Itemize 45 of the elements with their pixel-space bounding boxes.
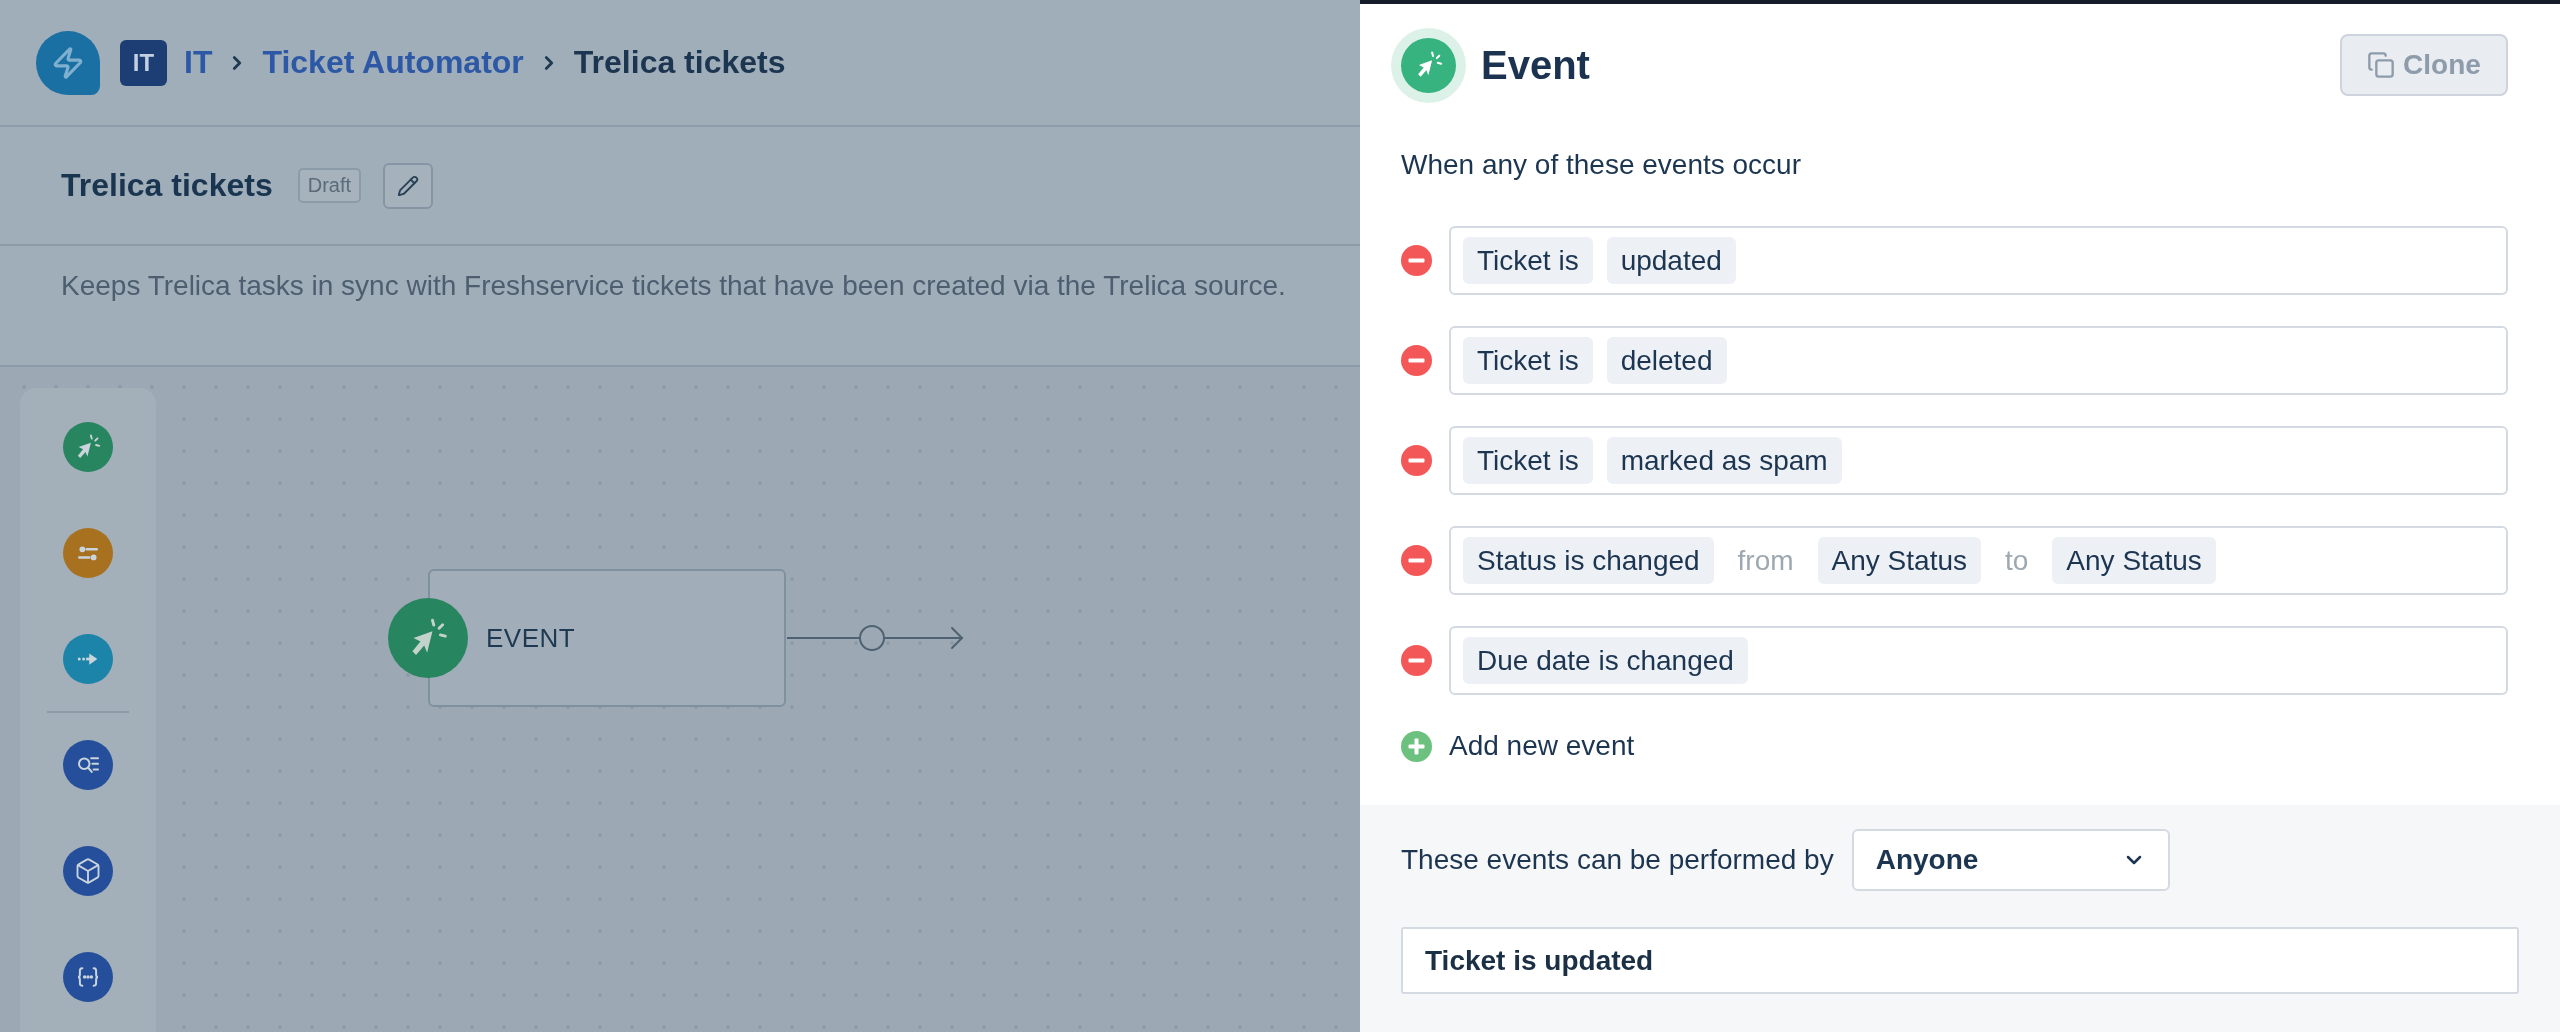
pencil-icon — [397, 174, 420, 197]
remove-icon[interactable] — [1401, 345, 1432, 376]
add-event-button[interactable]: Add new event — [1401, 729, 1635, 763]
event-chip[interactable]: Status is changed — [1463, 537, 1714, 584]
event-condition-field[interactable]: Ticket is deleted — [1449, 326, 2508, 395]
panel-title: Event — [1481, 42, 1590, 88]
event-chip[interactable]: Ticket is — [1463, 237, 1593, 284]
event-condition-field[interactable]: Ticket is updated — [1449, 226, 2508, 295]
breadcrumb-current: Trelica tickets — [573, 44, 786, 81]
cursor-click-icon[interactable] — [63, 422, 113, 472]
event-chip[interactable]: Any Status — [2052, 537, 2216, 584]
sliders-icon[interactable] — [63, 528, 113, 578]
event-condition-field[interactable]: Ticket is marked as spam — [1449, 426, 2508, 495]
event-condition-field[interactable]: Status is changed from Any Status to Any Status — [1449, 526, 2508, 595]
event-node[interactable]: EVENT — [428, 569, 786, 707]
summary-field[interactable]: Ticket is updated — [1401, 927, 2519, 994]
remove-icon[interactable] — [1401, 645, 1432, 676]
event-chip[interactable]: Due date is changed — [1463, 637, 1748, 684]
connection-handle[interactable] — [859, 625, 885, 651]
search-list-icon[interactable] — [63, 740, 113, 790]
performed-by-label: These events can be performed by — [1401, 844, 1834, 876]
remove-icon[interactable] — [1401, 445, 1432, 476]
status-badge: Draft — [297, 168, 362, 203]
event-chip[interactable]: marked as spam — [1606, 437, 1842, 484]
event-condition-field[interactable]: Due date is changed — [1449, 626, 2508, 695]
performed-by-select[interactable]: Anyone — [1851, 829, 2170, 891]
edit-button[interactable] — [383, 162, 434, 209]
add-icon — [1401, 730, 1432, 762]
connector-text: to — [2005, 544, 2029, 577]
workflow-description: Keeps Trelica tasks in sync with Freshservice tickets that have been created via the Trelica source. — [61, 269, 1287, 303]
node-label: EVENT — [486, 622, 576, 654]
cube-icon[interactable] — [63, 846, 113, 896]
workspace-badge: IT — [120, 39, 167, 86]
event-chip[interactable]: updated — [1606, 237, 1736, 284]
events-intro: When any of these events occur — [1401, 148, 1802, 182]
braces-icon[interactable] — [63, 952, 113, 1002]
copy-icon — [2367, 51, 2396, 79]
workflow-title: Trelica tickets — [61, 167, 273, 204]
event-chip[interactable]: deleted — [1606, 337, 1727, 384]
event-chip[interactable]: Ticket is — [1463, 337, 1593, 384]
remove-icon[interactable] — [1401, 245, 1432, 276]
event-chip[interactable]: Any Status — [1817, 537, 1981, 584]
remove-icon[interactable] — [1401, 545, 1432, 576]
event-chip[interactable]: Ticket is — [1463, 437, 1593, 484]
connector-text: from — [1737, 544, 1794, 577]
